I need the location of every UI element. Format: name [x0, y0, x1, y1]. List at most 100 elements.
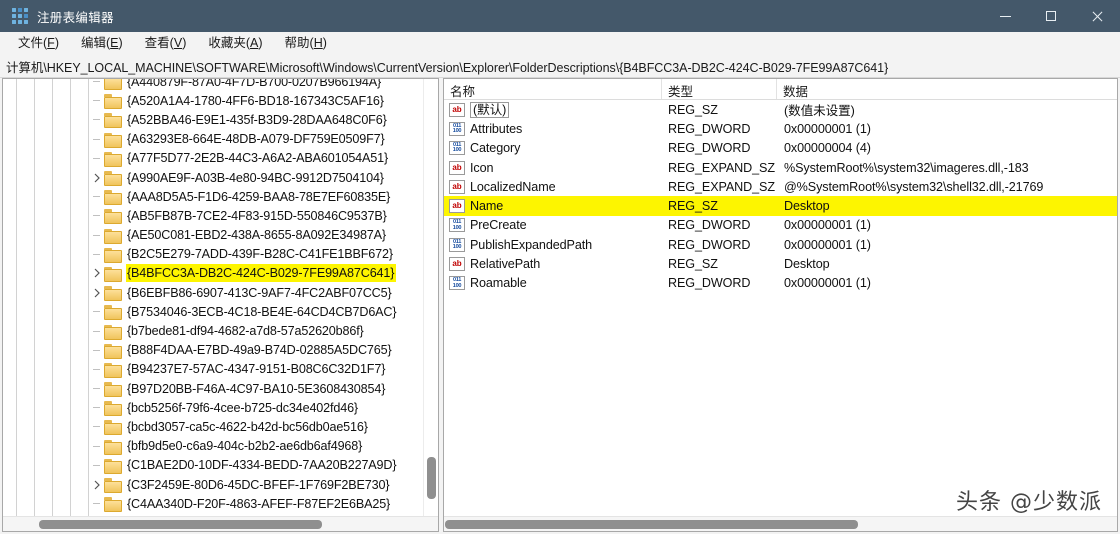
tree-item[interactable]: {AE50C081-EBD2-438A-8655-8A092E34987A}	[3, 226, 438, 245]
tree-item[interactable]: {A990AE9F-A03B-4e80-94BC-9912D7504104}	[3, 168, 438, 187]
tree-item[interactable]: {B7534046-3ECB-4C18-BE4E-64CD4CB7D6AC}	[3, 302, 438, 321]
folder-icon	[104, 459, 121, 472]
string-value-icon: ab	[449, 161, 465, 175]
value-data-cell: 0x00000001 (1)	[777, 122, 1117, 136]
folder-icon	[104, 113, 121, 126]
close-icon	[1091, 10, 1103, 22]
tree-item[interactable]: {AB5FB87B-7CE2-4F83-915D-550846C9537B}	[3, 206, 438, 225]
value-name: Category	[470, 141, 520, 155]
value-data-cell: 0x00000001 (1)	[777, 218, 1117, 232]
tree-item[interactable]: {b7bede81-df94-4682-a7d8-57a52620b86f}	[3, 321, 438, 340]
tree-item[interactable]: {A440879F-87A0-4F7D-B700-0207B966194A}	[3, 79, 438, 91]
column-header-name[interactable]: 名称	[444, 79, 662, 99]
dword-value-icon: 011100	[449, 238, 465, 252]
value-data-cell: 0x00000001 (1)	[777, 238, 1117, 252]
tree-scroll-thumb[interactable]	[427, 457, 436, 499]
value-data-cell: @%SystemRoot%\system32\shell32.dll,-2176…	[777, 180, 1117, 194]
tree-item[interactable]: {B2C5E279-7ADD-439F-B28C-C41FE1BBF672}	[3, 245, 438, 264]
value-name-cell: 011100 PublishExpandedPath	[444, 238, 662, 252]
value-row[interactable]: abRelativePathREG_SZDesktop	[444, 254, 1117, 273]
column-header-type[interactable]: 类型	[662, 79, 777, 99]
value-name: RelativePath	[470, 257, 540, 271]
chevron-right-icon[interactable]	[89, 173, 104, 183]
registry-tree[interactable]: {A440879F-87A0-4F7D-B700-0207B966194A}{A…	[3, 79, 438, 516]
folder-icon	[104, 171, 121, 184]
address-bar[interactable]: 计算机\HKEY_LOCAL_MACHINE\SOFTWARE\Microsof…	[0, 56, 1120, 78]
value-row[interactable]: 011100PreCreateREG_DWORD0x00000001 (1)	[444, 216, 1117, 235]
column-header-data[interactable]: 数据	[777, 79, 1117, 99]
minimize-button[interactable]	[982, 0, 1028, 32]
menu-edit[interactable]: 编辑(E)	[70, 34, 134, 54]
tree-item-label: {b7bede81-df94-4682-a7d8-57a52620b86f}	[126, 322, 366, 340]
folder-icon	[104, 401, 121, 414]
tree-item-selected[interactable]: {B4BFCC3A-DB2C-424C-B029-7FE99A87C641}	[3, 264, 438, 283]
value-type-cell: REG_DWORD	[662, 276, 777, 290]
tree-item[interactable]: {B6EBFB86-6907-413C-9AF7-4FC2ABF07CC5}	[3, 283, 438, 302]
folder-icon	[104, 478, 121, 491]
value-row[interactable]: abIconREG_EXPAND_SZ%SystemRoot%\system32…	[444, 158, 1117, 177]
chevron-right-icon[interactable]	[89, 480, 104, 490]
dword-value-icon: 011100	[449, 141, 465, 155]
value-type-cell: REG_DWORD	[662, 122, 777, 136]
value-name: PublishExpandedPath	[470, 238, 592, 252]
tree-item-label: {A520A1A4-1780-4FF6-BD18-167343C5AF16}	[126, 92, 386, 110]
tree-item[interactable]: {bfb9d5e0-c6a9-404c-b2b2-ae6db6af4968}	[3, 437, 438, 456]
tree-item[interactable]: {C3F2459E-80D6-45DC-BFEF-1F769F2BE730}	[3, 475, 438, 494]
tree-item-label: {bcb5256f-79f6-4cee-b725-dc34e402fd46}	[126, 399, 360, 417]
folder-icon	[104, 209, 121, 222]
value-row[interactable]: abNameREG_SZDesktop	[444, 196, 1117, 215]
value-row[interactable]: 011100CategoryREG_DWORD0x00000004 (4)	[444, 139, 1117, 158]
value-row[interactable]: ab(默认)REG_SZ(数值未设置)	[444, 100, 1117, 119]
tree-line	[89, 119, 104, 120]
tree-item[interactable]: {A63293E8-664E-48DB-A079-DF759E0509F7}	[3, 130, 438, 149]
close-button[interactable]	[1074, 0, 1120, 32]
tree-item[interactable]: {A52BBA46-E9E1-435f-B3D9-28DAA648C0F6}	[3, 110, 438, 129]
values-list[interactable]: ab(默认)REG_SZ(数值未设置)011100AttributesREG_D…	[444, 100, 1117, 516]
value-type-cell: REG_SZ	[662, 199, 777, 213]
tree-vertical-scrollbar[interactable]	[423, 79, 438, 516]
tree-line	[89, 196, 104, 197]
tree-item[interactable]: {A520A1A4-1780-4FF6-BD18-167343C5AF16}	[3, 91, 438, 110]
chevron-right-icon[interactable]	[89, 268, 104, 278]
value-data-cell: Desktop	[777, 199, 1117, 213]
value-row[interactable]: 011100RoamableREG_DWORD0x00000001 (1)	[444, 274, 1117, 293]
tree-item[interactable]: {A77F5D77-2E2B-44C3-A6A2-ABA601054A51}	[3, 149, 438, 168]
value-row[interactable]: abLocalizedNameREG_EXPAND_SZ@%SystemRoot…	[444, 177, 1117, 196]
chevron-right-icon[interactable]	[89, 288, 104, 298]
tree-item[interactable]: {C4AA340D-F20F-4863-AFEF-F87EF2E6BA25}	[3, 494, 438, 513]
tree-item[interactable]: {B97D20BB-F46A-4C97-BA10-5E3608430854}	[3, 379, 438, 398]
menu-view[interactable]: 查看(V)	[134, 34, 198, 54]
tree-hscroll-thumb[interactable]	[39, 520, 322, 529]
tree-horizontal-scrollbar[interactable]	[3, 516, 438, 531]
tree-item-label: {B2C5E279-7ADD-439F-B28C-C41FE1BBF672}	[126, 245, 395, 263]
tree-item[interactable]: {C1BAE2D0-10DF-4334-BEDD-7AA20B227A9D}	[3, 456, 438, 475]
maximize-button[interactable]	[1028, 0, 1074, 32]
value-row[interactable]: 011100PublishExpandedPathREG_DWORD0x0000…	[444, 235, 1117, 254]
tree-line	[89, 215, 104, 216]
value-type-cell: REG_SZ	[662, 103, 777, 117]
values-hscroll-thumb[interactable]	[445, 520, 858, 529]
menu-help[interactable]: 帮助(H)	[274, 34, 338, 54]
folder-icon	[104, 325, 121, 338]
value-type-cell: REG_DWORD	[662, 141, 777, 155]
tree-item[interactable]: {bcbd3057-ca5c-4622-b42d-bc56db0ae516}	[3, 417, 438, 436]
value-name-cell: 011100 Category	[444, 141, 662, 155]
tree-item[interactable]: {B88F4DAA-E7BD-49a9-B74D-02885A5DC765}	[3, 341, 438, 360]
folder-icon	[104, 382, 121, 395]
values-horizontal-scrollbar[interactable]	[444, 516, 1117, 531]
tree-item-label: {B4BFCC3A-DB2C-424C-B029-7FE99A87C641}	[126, 264, 396, 282]
tree-item-label: {A77F5D77-2E2B-44C3-A6A2-ABA601054A51}	[126, 149, 390, 167]
folder-icon	[104, 420, 121, 433]
value-name-cell: ab(默认)	[444, 102, 662, 118]
value-row[interactable]: 011100AttributesREG_DWORD0x00000001 (1)	[444, 119, 1117, 138]
tree-item[interactable]: {B94237E7-57AC-4347-9151-B08C6C32D1F7}	[3, 360, 438, 379]
tree-item[interactable]: {bcb5256f-79f6-4cee-b725-dc34e402fd46}	[3, 398, 438, 417]
menu-favorites[interactable]: 收藏夹(A)	[197, 34, 273, 54]
tree-line	[89, 465, 104, 466]
menu-file[interactable]: 文件(F)	[7, 34, 70, 54]
tree-item[interactable]: {AAA8D5A5-F1D6-4259-BAA8-78E7EF60835E}	[3, 187, 438, 206]
dword-value-icon: 011100	[449, 122, 465, 136]
folder-icon	[104, 497, 121, 510]
tree-line	[89, 369, 104, 370]
tree-line	[89, 350, 104, 351]
